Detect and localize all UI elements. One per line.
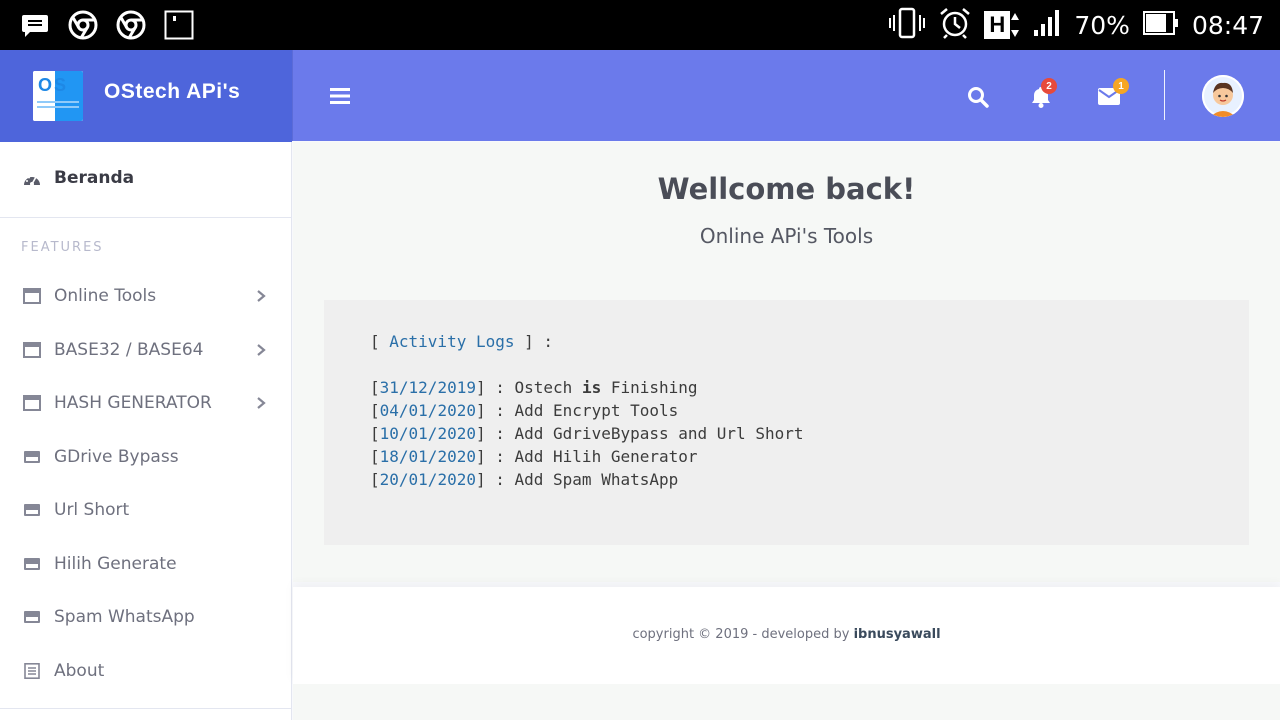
status-bar: H 70% 08:47 — [0, 0, 1280, 50]
message-notification-icon — [20, 10, 50, 40]
vibrate-icon — [888, 7, 926, 44]
sidebar-item-label: Hilih Generate — [54, 554, 177, 574]
sidebar-item-hilih-generate[interactable]: Hilih Generate — [0, 544, 292, 584]
topbar: 2 1 — [292, 50, 1280, 141]
sidebar-item-label: GDrive Bypass — [54, 447, 179, 467]
log-date: 10/01/2020 — [379, 424, 476, 443]
brand-logo: OS — [33, 71, 83, 121]
log-date: 20/01/2020 — [379, 470, 476, 489]
screenshot-notification-icon — [164, 10, 194, 40]
notifications-bell-icon[interactable]: 2 — [1029, 78, 1057, 110]
sidebar-item-beranda[interactable]: Beranda — [0, 142, 292, 218]
menu-toggle-icon[interactable] — [329, 85, 351, 107]
sidebar-item-base32-base64[interactable]: BASE32 / BASE64 — [0, 330, 292, 370]
alarm-icon — [938, 6, 972, 45]
sidebar-item-gdrive-bypass[interactable]: GDrive Bypass — [0, 437, 292, 477]
log-date: 04/01/2020 — [379, 401, 476, 420]
topbar-divider — [1164, 70, 1165, 120]
card-icon — [24, 558, 40, 570]
sidebar-item-online-tools[interactable]: Online Tools — [0, 276, 292, 316]
window-icon — [23, 288, 41, 304]
messages-badge: 1 — [1113, 78, 1129, 94]
activity-log-entry: [04/01/2020] : Add Encrypt Tools — [370, 401, 679, 420]
activity-log-entry: [18/01/2020] : Add Hilih Generator — [370, 447, 698, 466]
activity-log-entry: [31/12/2019] : Ostech is Finishing — [370, 378, 698, 397]
chrome-icon — [116, 10, 146, 40]
sidebar: Beranda FEATURES Online Tools BASE32 / B… — [0, 142, 292, 720]
sidebar-item-hash-generator[interactable]: HASH GENERATOR — [0, 383, 292, 423]
window-icon — [23, 342, 41, 358]
messages-envelope-icon[interactable]: 1 — [1097, 78, 1129, 107]
brand-logo-text: OS — [38, 75, 69, 95]
log-date: 31/12/2019 — [379, 378, 476, 397]
activity-log-heading: [ Activity Logs ] : — [370, 332, 554, 351]
sidebar-item-label: About — [54, 661, 105, 681]
window-icon — [23, 395, 41, 411]
sidebar-item-label: BASE32 / BASE64 — [54, 340, 204, 360]
activity-log-panel: [ Activity Logs ] : [31/12/2019] : Ostec… — [324, 300, 1249, 545]
sidebar-item-about[interactable]: About — [0, 651, 292, 691]
card-icon — [24, 611, 40, 623]
chevron-right-icon — [257, 397, 266, 409]
battery-percent: 70% — [1074, 10, 1130, 40]
copyright-text: copyright © 2019 - developed by ibnusyaw… — [632, 627, 941, 642]
sidebar-item-label: Online Tools — [54, 286, 157, 306]
sidebar-item-label: Spam WhatsApp — [54, 607, 195, 627]
page-title: Wellcome back! — [657, 172, 916, 206]
activity-log-entry: [10/01/2020] : Add GdriveBypass and Url … — [370, 424, 804, 443]
activity-logs-link[interactable]: Activity Logs — [389, 332, 514, 351]
chevron-right-icon — [257, 344, 266, 356]
sidebar-brand[interactable]: OS OStech APi's — [0, 50, 292, 142]
author-link[interactable]: ibnusyawall — [854, 627, 941, 642]
log-date: 18/01/2020 — [379, 447, 476, 466]
sidebar-item-url-short[interactable]: Url Short — [0, 490, 292, 530]
user-avatar[interactable] — [1202, 75, 1244, 117]
sidebar-item-label: Url Short — [54, 500, 130, 520]
page-subtitle: Online APi's Tools — [699, 224, 874, 248]
sidebar-heading-features: FEATURES — [21, 240, 104, 255]
page-bottom-spacer — [293, 684, 1280, 720]
network-type-icon: H — [984, 11, 1020, 39]
search-icon[interactable] — [966, 85, 990, 109]
notifications-badge: 2 — [1041, 78, 1057, 94]
document-icon — [24, 663, 40, 679]
signal-icon — [1032, 8, 1062, 43]
brand-name: OStech APi's — [104, 80, 241, 103]
battery-icon — [1142, 9, 1180, 42]
sidebar-item-spam-whatsapp[interactable]: Spam WhatsApp — [0, 597, 292, 637]
sidebar-item-label: HASH GENERATOR — [54, 393, 212, 413]
clock: 08:47 — [1191, 10, 1264, 40]
sidebar-divider — [0, 708, 292, 709]
dashboard-icon — [24, 175, 40, 186]
card-icon — [24, 451, 40, 463]
activity-log-entry: [20/01/2020] : Add Spam WhatsApp — [370, 470, 679, 489]
chevron-right-icon — [257, 290, 266, 302]
sidebar-item-label: Beranda — [54, 168, 135, 188]
card-icon — [24, 504, 40, 516]
footer: copyright © 2019 - developed by ibnusyaw… — [293, 587, 1280, 684]
chrome-icon — [68, 10, 98, 40]
